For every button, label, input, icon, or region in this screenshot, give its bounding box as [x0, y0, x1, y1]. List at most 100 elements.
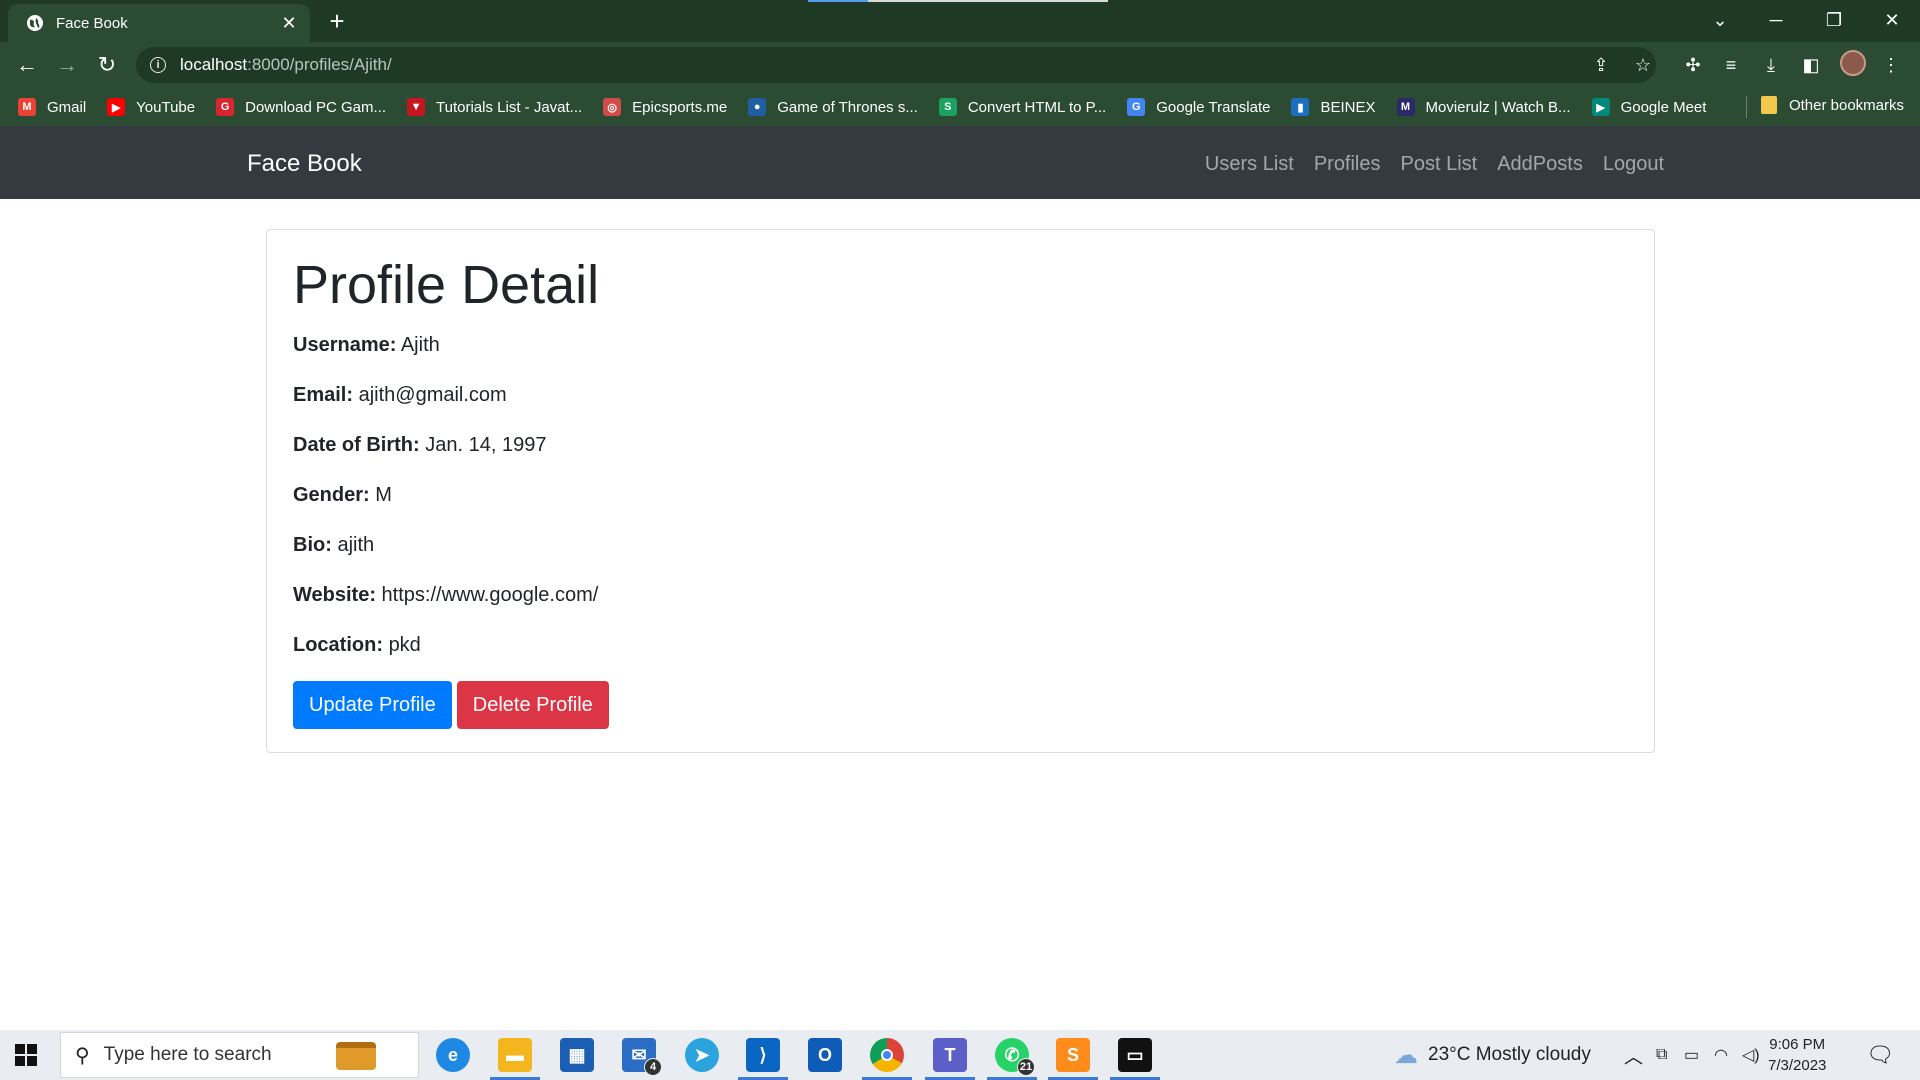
field-date-of-birth: Date of Birth: Jan. 14, 1997 [293, 434, 547, 456]
field-website: Website: https://www.google.com/ [293, 584, 599, 606]
app-navbar: Face Book Users List Profiles Post List … [0, 126, 1920, 199]
bookmark-favicon-icon: G [1127, 98, 1146, 116]
profile-card: Profile Detail Username: Ajith Email: aj… [266, 229, 1655, 753]
bookmark-item[interactable]: G Download PC Gam... [216, 98, 386, 116]
windows-taskbar: ⚲ Type here to search e ▬ ▦ ✉ 4 ➤ ⟩ O T ✆… [0, 1030, 1920, 1080]
battery-icon[interactable]: ▭ [1684, 1030, 1699, 1080]
site-info-icon[interactable]: i [150, 57, 166, 73]
bookmark-favicon-icon: G [216, 98, 235, 116]
minimize-icon[interactable]: ─ [1748, 0, 1804, 40]
brand-link[interactable]: Face Book [247, 150, 362, 178]
bookmark-item[interactable]: ▮ BEINEX [1291, 98, 1376, 116]
bookmark-item[interactable]: ◎ Epicsports.me [603, 98, 727, 116]
file-explorer-icon[interactable]: ▬ [498, 1038, 532, 1072]
share-icon[interactable]: ⇪ [1586, 50, 1616, 80]
bookmark-label: Movierulz | Watch B... [1425, 98, 1571, 116]
taskbar-search[interactable]: ⚲ Type here to search [60, 1032, 419, 1078]
wifi-icon[interactable]: ◠ [1714, 1030, 1728, 1080]
store-icon[interactable]: ▦ [560, 1038, 594, 1072]
reload-icon[interactable]: ↻ [92, 50, 122, 80]
page-title: Profile Detail [293, 255, 600, 315]
other-bookmarks-label: Other bookmarks [1788, 96, 1904, 114]
bookmark-label: Google Translate [1156, 98, 1271, 116]
profile-avatar[interactable] [1840, 50, 1866, 76]
globe-icon [27, 15, 43, 31]
chrome-icon[interactable] [870, 1038, 904, 1072]
field-email: Email: ajith@gmail.com [293, 384, 507, 406]
edge-icon[interactable]: e [436, 1038, 470, 1072]
whatsapp-icon[interactable]: ✆ 21 [995, 1038, 1035, 1076]
bookmark-item[interactable]: ▶ Google Meet [1591, 98, 1706, 116]
sublime-icon[interactable]: S [1056, 1038, 1090, 1072]
bookmark-item[interactable]: M Movierulz | Watch B... [1396, 98, 1571, 116]
bookmark-favicon-icon: ▶ [1591, 98, 1610, 116]
nav-profiles[interactable]: Profiles [1314, 153, 1381, 176]
bookmark-item[interactable]: ▼ Tutorials List - Javat... [407, 98, 582, 116]
volume-icon[interactable]: ◁) [1742, 1030, 1760, 1080]
nav-post-list[interactable]: Post List [1401, 153, 1478, 176]
side-panel-icon[interactable]: ◧ [1796, 50, 1826, 80]
browser-tabstrip: Face Book ✕ + ⌄ ─ ❐ ✕ [0, 0, 1920, 42]
field-gender: Gender: M [293, 484, 392, 506]
window-close-icon[interactable]: ✕ [1864, 0, 1920, 40]
vscode-icon[interactable]: ⟩ [746, 1038, 780, 1072]
close-tab-icon[interactable]: ✕ [280, 13, 298, 33]
notification-icon[interactable]: 🗨 [1866, 1030, 1894, 1080]
update-profile-button[interactable]: Update Profile [293, 681, 452, 729]
telegram-icon[interactable]: ➤ [685, 1038, 719, 1072]
back-icon[interactable]: ← [12, 50, 42, 80]
bookmark-favicon-icon: ◎ [603, 98, 622, 116]
tray-chevron-icon[interactable]: ︿ [1624, 1030, 1643, 1080]
bookmark-favicon-icon: ▮ [1291, 98, 1310, 116]
field-location: Location: pkd [293, 634, 421, 656]
nav-logout[interactable]: Logout [1603, 153, 1664, 176]
bookmark-label: BEINEX [1320, 98, 1376, 116]
taskbar-clock[interactable]: 9:06 PM 7/3/2023 [1768, 1034, 1826, 1076]
bookmark-item[interactable]: G Google Translate [1127, 98, 1270, 116]
bookmark-label: Tutorials List - Javat... [436, 98, 583, 116]
extensions-icon[interactable]: ✣ [1678, 50, 1708, 80]
media-queue-icon[interactable]: ≡ [1716, 50, 1746, 80]
bookmark-label: Game of Thrones s... [777, 98, 918, 116]
loading-indicator [808, 0, 1108, 2]
mail-icon[interactable]: ✉ 4 [622, 1038, 662, 1076]
bookmarks-bar: M Gmail ▶ YouTube G Download PC Gam... ▼ Tutori… [0, 88, 1920, 126]
download-icon[interactable]: ⤓ [1756, 50, 1786, 80]
windows-start-icon[interactable] [14, 1043, 38, 1067]
bookmark-label: Gmail [47, 98, 87, 116]
nav-add-posts[interactable]: AddPosts [1497, 153, 1583, 176]
meet-now-icon[interactable]: ⧉ [1656, 1030, 1667, 1080]
bookmark-label: YouTube [136, 98, 196, 116]
bookmark-item[interactable]: S Convert HTML to P... [938, 98, 1107, 116]
browser-tab[interactable]: Face Book ✕ [8, 4, 310, 42]
bookmark-item[interactable]: ▶ YouTube [107, 98, 195, 116]
bookmark-label: Epicsports.me [632, 98, 728, 116]
whatsapp-badge: 21 [1017, 1058, 1035, 1076]
teams-icon[interactable]: T [933, 1038, 967, 1072]
terminal-icon[interactable]: ▭ [1118, 1038, 1152, 1072]
outlook-icon[interactable]: O [808, 1038, 842, 1072]
new-tab-icon[interactable]: + [323, 8, 351, 36]
bookmark-item[interactable]: M Gmail [18, 98, 86, 116]
cloud-icon: ☁ [1394, 1041, 1418, 1069]
browser-toolbar: ← → ↻ i localhost:8000/profiles/Ajith/ ⇪… [0, 42, 1920, 88]
bookmark-favicon-icon: S [938, 98, 957, 116]
restore-icon[interactable]: ❐ [1806, 0, 1862, 40]
tab-search-icon[interactable]: ⌄ [1692, 0, 1748, 40]
briefcase-icon[interactable] [336, 1042, 376, 1070]
menu-kebab-icon[interactable]: ⋮ [1876, 50, 1906, 80]
delete-profile-button[interactable]: Delete Profile [456, 681, 609, 729]
nav-users-list[interactable]: Users List [1205, 153, 1294, 176]
address-bar[interactable]: i localhost:8000/profiles/Ajith/ [136, 47, 1656, 83]
bookmark-label: Download PC Gam... [245, 98, 387, 116]
bookmark-favicon-icon: ● [748, 98, 767, 116]
bookmark-label: Convert HTML to P... [967, 98, 1107, 116]
folder-icon [1760, 96, 1777, 114]
bookmark-star-icon[interactable]: ☆ [1628, 50, 1658, 80]
bookmark-item[interactable]: ● Game of Thrones s... [748, 98, 918, 116]
forward-icon[interactable]: → [52, 50, 82, 80]
other-bookmarks[interactable]: Other bookmarks [1760, 96, 1904, 114]
url-text: localhost:8000/profiles/Ajith/ [180, 55, 392, 74]
weather-widget[interactable]: ☁ 23°C Mostly cloudy [1394, 1030, 1591, 1080]
bookmark-favicon-icon: M [1396, 98, 1415, 116]
